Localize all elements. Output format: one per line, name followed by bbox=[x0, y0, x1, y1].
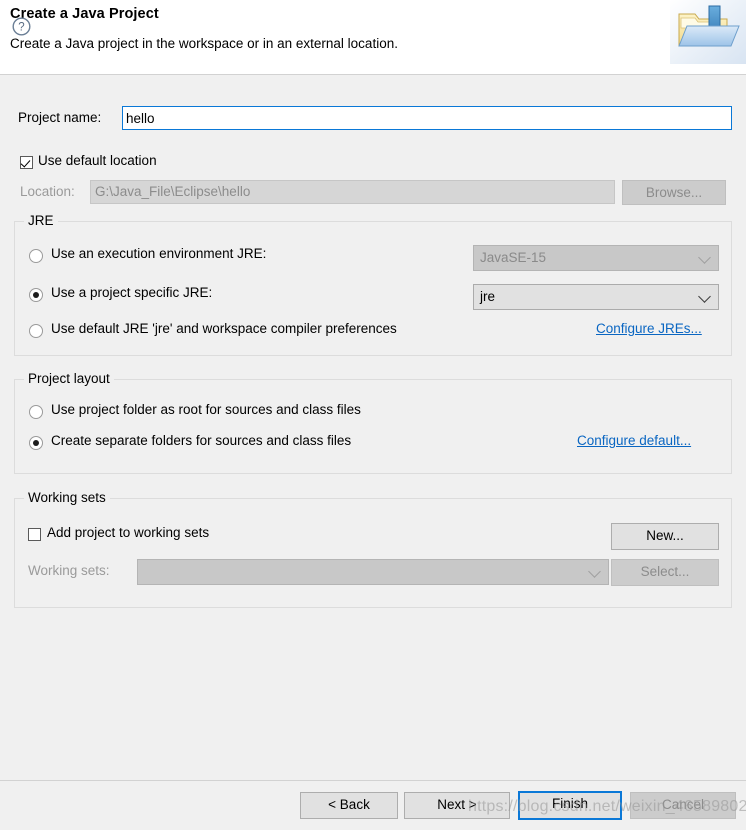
back-button[interactable]: < Back bbox=[300, 792, 398, 819]
browse-button: Browse... bbox=[622, 180, 726, 205]
project-name-input[interactable] bbox=[122, 106, 732, 130]
add-project-to-working-sets-label: Add project to working sets bbox=[47, 525, 210, 540]
page-title: Create a Java Project bbox=[10, 6, 159, 22]
select-working-set-button: Select... bbox=[611, 559, 719, 586]
new-working-set-button[interactable]: New... bbox=[611, 523, 719, 550]
svg-text:?: ? bbox=[18, 22, 24, 34]
project-specific-jre-combo-value: jre bbox=[480, 289, 496, 304]
location-input: G:\Java_File\Eclipse\hello bbox=[90, 180, 615, 204]
finish-button[interactable]: Finish bbox=[518, 791, 622, 820]
new-java-project-folder-icon bbox=[670, 0, 746, 64]
location-label: Location: bbox=[20, 184, 75, 199]
execution-environment-combo: JavaSE-15 bbox=[473, 245, 719, 271]
page-description: Create a Java project in the workspace o… bbox=[10, 36, 398, 51]
project-layout-group-title: Project layout bbox=[24, 371, 114, 386]
chevron-down-icon bbox=[698, 290, 711, 303]
execution-environment-combo-value: JavaSE-15 bbox=[480, 250, 547, 265]
radio-default-jre-label: Use default JRE 'jre' and workspace comp… bbox=[51, 321, 397, 336]
radio-project-specific-jre-label: Use a project specific JRE: bbox=[51, 285, 213, 300]
configure-default-link[interactable]: Configure default... bbox=[577, 433, 691, 448]
working-sets-combo bbox=[137, 559, 609, 585]
use-default-location-checkbox[interactable] bbox=[20, 156, 33, 169]
working-sets-group: Working sets Add project to working sets… bbox=[14, 490, 732, 608]
next-button[interactable]: Next > bbox=[404, 792, 510, 819]
radio-project-folder-root-label: Use project folder as root for sources a… bbox=[51, 402, 361, 417]
chevron-down-icon bbox=[588, 565, 601, 578]
radio-project-folder-root[interactable] bbox=[29, 405, 43, 419]
add-project-to-working-sets-checkbox[interactable] bbox=[28, 528, 41, 541]
project-layout-group: Project layout Use project folder as roo… bbox=[14, 371, 732, 474]
cancel-button[interactable]: Cancel bbox=[630, 792, 736, 819]
project-specific-jre-combo[interactable]: jre bbox=[473, 284, 719, 310]
radio-separate-folders[interactable] bbox=[29, 436, 43, 450]
dialog-body: Project name: Use default location Locat… bbox=[0, 75, 746, 780]
use-default-location-label: Use default location bbox=[38, 153, 157, 168]
radio-separate-folders-label: Create separate folders for sources and … bbox=[51, 433, 352, 448]
radio-execution-environment-jre-label: Use an execution environment JRE: bbox=[51, 246, 267, 261]
jre-group: JRE Use an execution environment JRE: Ja… bbox=[14, 213, 732, 356]
working-sets-label: Working sets: bbox=[28, 563, 110, 578]
radio-execution-environment-jre[interactable] bbox=[29, 249, 43, 263]
radio-default-jre[interactable] bbox=[29, 324, 43, 338]
working-sets-group-title: Working sets bbox=[24, 490, 110, 505]
project-name-label: Project name: bbox=[18, 110, 102, 125]
chevron-down-icon bbox=[698, 251, 711, 264]
jre-group-title: JRE bbox=[24, 213, 58, 228]
configure-jres-link[interactable]: Configure JREs... bbox=[596, 321, 702, 336]
radio-project-specific-jre[interactable] bbox=[29, 288, 43, 302]
dialog-header: Create a Java Project Create a Java proj… bbox=[0, 0, 746, 75]
question-mark-help-icon[interactable]: ? bbox=[12, 17, 31, 36]
